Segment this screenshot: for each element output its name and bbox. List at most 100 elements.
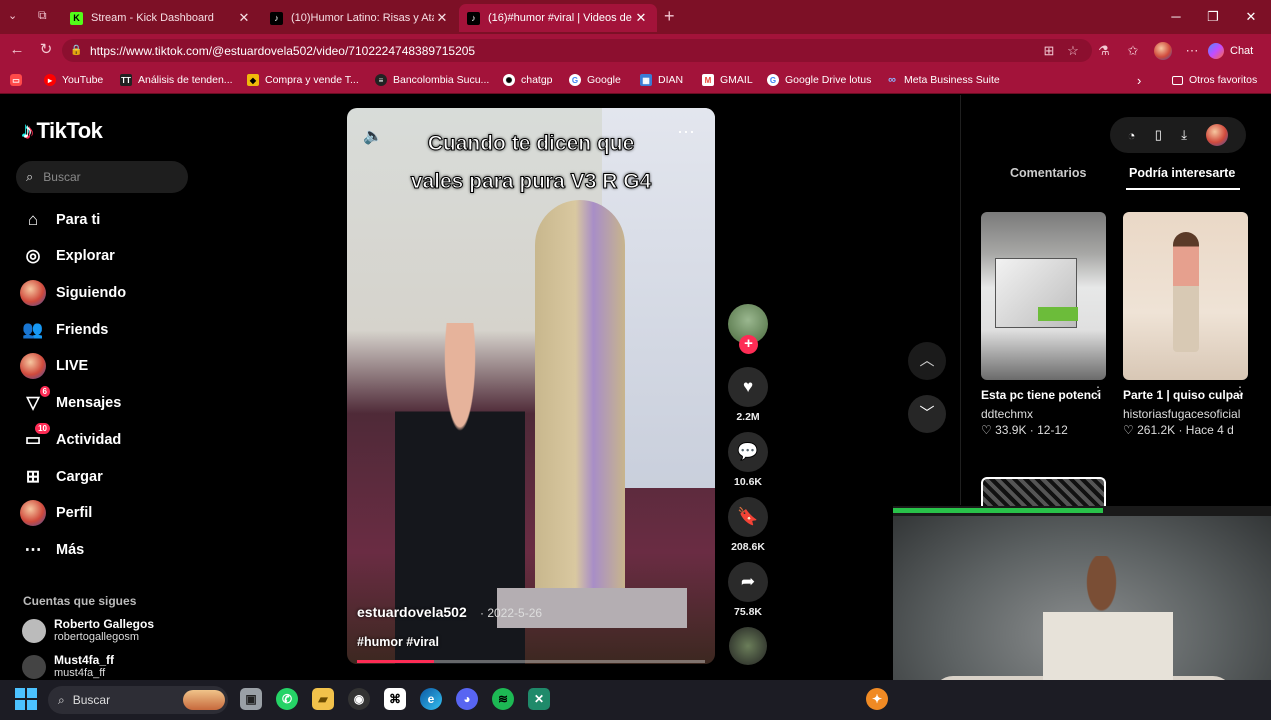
card-more-options-icon[interactable]: ⋮ <box>1234 384 1246 398</box>
kick-icon: K <box>70 11 83 25</box>
nav-para-ti[interactable]: ⌂ Para ti <box>20 207 100 233</box>
video-progress-bar[interactable] <box>357 660 705 663</box>
profile-avatar[interactable] <box>1154 42 1172 60</box>
compass-icon: ◎ <box>25 246 41 265</box>
followed-account[interactable]: Must4fa_ff must4fa_ff <box>22 654 114 680</box>
bookmark-action[interactable]: 🔖 208.6K <box>728 497 768 553</box>
compass-icon[interactable]: ◔ <box>1128 128 1136 143</box>
tab-humor-viral-active[interactable]: ♪ (16)#humor #viral | Videos de hum ✕ <box>459 4 657 32</box>
tiktok-logo-icon: ♪ <box>22 118 33 143</box>
nav-live[interactable]: LIVE <box>20 353 88 379</box>
recommended-video-card[interactable]: Esta pc tiene potencia para... ddtechmx … <box>981 212 1106 437</box>
bookmark-compra-vende[interactable]: ◆ Compra y vende T... <box>247 73 359 87</box>
video-author[interactable]: estuardovela502 <box>357 604 467 620</box>
task-view-icon[interactable]: ▣ <box>240 688 262 710</box>
new-tab-button[interactable]: + <box>664 6 675 27</box>
video-caption-line1: Cuando te dicen que <box>427 132 635 156</box>
discord-icon[interactable]: ◕ <box>456 688 478 710</box>
spotify-icon[interactable]: ≋ <box>492 688 514 710</box>
heart-icon: ♥ <box>728 367 768 407</box>
notification-app-icon[interactable]: ✦ <box>866 688 888 710</box>
site-info-icon[interactable]: 🔒 <box>70 45 84 56</box>
bookmark-chatgpt[interactable]: ✺ chatgp <box>503 73 553 87</box>
nav-mensajes[interactable]: ▽ 6 Mensajes <box>20 386 121 416</box>
like-action[interactable]: ♥ 2.2M <box>728 367 768 423</box>
favorite-star-icon[interactable]: ☆ <box>1064 42 1082 60</box>
user-avatar[interactable] <box>1206 124 1229 146</box>
nav-cargar[interactable]: ⊞ Cargar <box>20 464 103 490</box>
url-field[interactable]: 🔒 https://www.tiktok.com/@estuardovela50… <box>62 39 1092 62</box>
obs-icon[interactable]: ◉ <box>348 688 370 710</box>
video-player[interactable]: Cuando te dicen que vales para pura V3 R… <box>347 108 715 664</box>
close-tab-icon[interactable]: ✕ <box>236 10 252 26</box>
folder-icon <box>1172 75 1183 85</box>
bookmarks-folder-icon[interactable]: ▭ <box>10 73 28 87</box>
bookmarks-bar: ▭ ▸ YouTube TT Análisis de tenden... ◆ Comp… <box>0 66 1271 94</box>
close-tab-icon[interactable]: ✕ <box>633 10 649 26</box>
binance-icon: ◆ <box>247 74 259 86</box>
minimize-icon[interactable]: ─ <box>1163 6 1189 28</box>
follow-plus-icon[interactable]: + <box>739 335 758 354</box>
maximize-icon[interactable]: ❐ <box>1200 6 1226 28</box>
live-avatar-icon <box>20 353 46 379</box>
next-video-chevron-down-icon[interactable]: ﹀ <box>908 395 946 433</box>
nav-mas[interactable]: ⋯ Más <box>20 537 85 563</box>
comment-action[interactable]: 💬 10.6K <box>728 432 768 488</box>
video-more-options-icon[interactable]: ⋯ <box>677 122 696 143</box>
followed-account[interactable]: Roberto Gallegos robertogallegosm <box>22 618 154 644</box>
search-input[interactable]: ⌕ Buscar <box>16 161 188 193</box>
bookmark-analisis-tendencias[interactable]: TT Análisis de tenden... <box>120 73 233 87</box>
refresh-icon[interactable]: ↻ <box>36 40 56 60</box>
capcut-icon[interactable]: ⌘ <box>384 688 406 710</box>
profile-avatar-icon <box>20 500 46 526</box>
tab-podria-interesarte[interactable]: Podría interesarte <box>1129 166 1235 180</box>
nav-siguiendo[interactable]: Siguiendo <box>20 280 126 306</box>
tab-humor-latino[interactable]: ♪ (10)Humor Latino: Risas y Ataques ✕ <box>262 4 458 32</box>
settings-more-icon[interactable]: ⋯ <box>1183 42 1201 60</box>
extensions-icon[interactable]: ⚗ <box>1095 42 1113 60</box>
tab-comentarios[interactable]: Comentarios <box>1010 166 1086 180</box>
favorites-icon[interactable]: ✩ <box>1124 42 1142 60</box>
bookmarks-overflow-chevron-icon[interactable]: › <box>1137 73 1141 88</box>
bookmark-youtube[interactable]: ▸ YouTube <box>44 73 103 87</box>
workspaces-icon[interactable]: ⧉ <box>38 8 47 23</box>
file-explorer-icon[interactable]: ▰ <box>312 688 334 710</box>
windows-start-icon[interactable] <box>15 688 37 710</box>
avatar <box>22 655 46 679</box>
edge-icon[interactable]: e <box>420 688 442 710</box>
nav-explorar[interactable]: ◎ Explorar <box>20 243 115 269</box>
tiktok-logo[interactable]: ♪ TikTok <box>22 118 103 144</box>
back-icon[interactable]: ← <box>7 40 27 60</box>
video-thumbnail[interactable] <box>981 477 1106 507</box>
music-disc-icon[interactable] <box>729 627 767 665</box>
nav-friends[interactable]: 👥 Friends <box>20 317 108 343</box>
previous-video-chevron-up-icon[interactable]: ︿ <box>908 342 946 380</box>
nav-perfil[interactable]: Perfil <box>20 500 92 526</box>
taskbar-search-input[interactable]: ⌕ Buscar <box>48 686 228 714</box>
whatsapp-icon[interactable]: ✆ <box>276 688 298 710</box>
card-more-options-icon[interactable]: ⋮ <box>1092 384 1104 398</box>
download-icon[interactable]: ⤓ <box>1181 127 1187 143</box>
device-icon[interactable]: ▯ <box>1155 127 1162 143</box>
nav-actividad[interactable]: ▭ 10 Actividad <box>20 423 121 453</box>
copilot-chat-button[interactable]: Chat <box>1208 40 1253 61</box>
bookmark-dian[interactable]: ▦ DIAN <box>640 73 683 87</box>
url-text: https://www.tiktok.com/@estuardovela502/… <box>90 43 476 58</box>
volume-icon[interactable]: 🔈 <box>363 126 383 146</box>
app-available-icon[interactable]: ⊞ <box>1040 42 1058 60</box>
xbox-app-icon[interactable]: ✕ <box>528 688 550 710</box>
tab-list-dropdown[interactable]: ⌄ <box>8 9 17 22</box>
youtube-icon: ▸ <box>44 74 56 86</box>
bookmark-google-drive[interactable]: G Google Drive lotus <box>767 73 871 87</box>
bookmark-meta-business[interactable]: ∞ Meta Business Suite <box>886 73 1000 87</box>
bookmark-google[interactable]: G Google <box>569 73 621 87</box>
bookmark-bancolombia[interactable]: ≡ Bancolombia Sucu... <box>375 73 489 87</box>
close-tab-icon[interactable]: ✕ <box>434 10 450 26</box>
tab-kick-dashboard[interactable]: K Stream - Kick Dashboard ✕ <box>62 4 260 32</box>
bookmark-gmail[interactable]: M GMAIL <box>702 73 753 87</box>
video-hashtags[interactable]: #humor #viral <box>357 635 439 649</box>
close-window-icon[interactable]: ✕ <box>1238 6 1264 28</box>
recommended-video-card[interactable]: Parte 1 | quiso culparla a ella pe... hi… <box>1123 212 1248 437</box>
other-favorites[interactable]: Otros favoritos <box>1172 73 1257 87</box>
share-action[interactable]: ➦ 75.8K <box>728 562 768 618</box>
